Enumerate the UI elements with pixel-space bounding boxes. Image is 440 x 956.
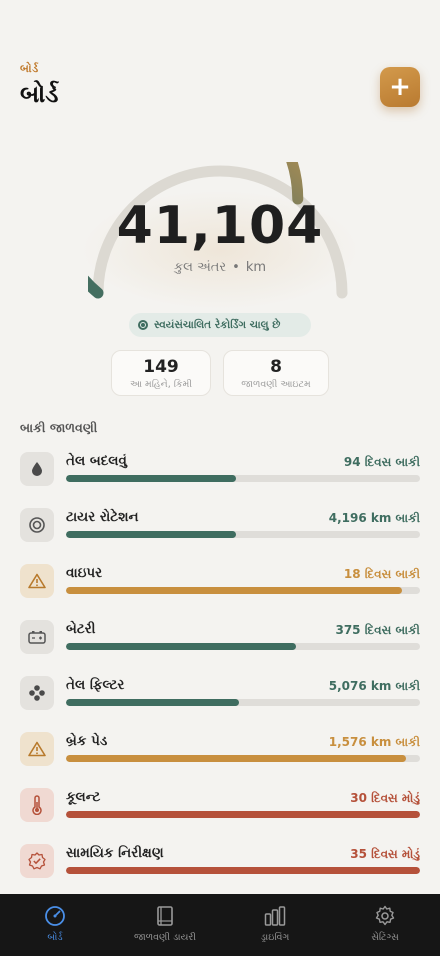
- list-item[interactable]: તેલ બદલવું 94 દિવસ બાકી: [20, 452, 420, 492]
- odometer-label: કુલ અંતર • km: [0, 260, 440, 275]
- item-status: 30 દિવસ મોડું: [350, 791, 420, 805]
- tab-label: બોર્ડ: [47, 932, 63, 943]
- item-status: 375 દિવસ બાકી: [335, 623, 420, 637]
- item-name: સામયિક નિરીક્ષણ: [66, 845, 164, 861]
- header-eyebrow: બોર્ડ: [20, 62, 39, 75]
- tire-icon: [20, 508, 54, 542]
- progress-fill: [66, 587, 403, 594]
- battery-icon: [20, 620, 54, 654]
- tab-board[interactable]: બોર્ડ: [0, 894, 110, 956]
- tab-settings[interactable]: સેટિંગ્સ: [330, 894, 440, 956]
- tab-label: જાળવણી ડાયરી: [133, 932, 197, 943]
- page-title: બોર્ડ: [20, 80, 59, 108]
- gear-icon: [375, 905, 395, 926]
- list-item[interactable]: વાઇપર 18 દિવસ બાકી: [20, 564, 420, 604]
- tab-bar: બોર્ડ જાળવણી ડાયરી ડ્રાઇવિંગ સેટિંગ્સ: [0, 894, 440, 956]
- record-icon: [138, 320, 148, 330]
- progress-fill: [66, 755, 406, 762]
- warning-icon: [20, 564, 54, 598]
- auto-recording-badge[interactable]: સ્વયંસંચાલિત રેકોર્ડિંગ ચાલુ છે: [129, 313, 311, 337]
- progress-track: [66, 811, 420, 818]
- bar-chart-icon: [264, 906, 286, 926]
- dashboard-screen: બોર્ડ બોર્ડ + 41,104 કુલ અંતર • km સ્વયંસં…: [0, 0, 440, 956]
- odometer-unit: km: [245, 260, 267, 275]
- list-item[interactable]: સામયિક નિરીક્ષણ 35 દિવસ મોડું: [20, 844, 420, 884]
- stat-label: જાળવણી આઇટમ: [241, 379, 311, 390]
- item-name: તેલ ફિલ્ટર: [66, 677, 125, 693]
- item-status: 5,076 km બાકી: [328, 679, 420, 693]
- progress-fill: [66, 867, 420, 874]
- progress-fill: [66, 531, 236, 538]
- tab-maintenance-diary[interactable]: જાળવણી ડાયરી: [110, 894, 220, 956]
- progress-track: [66, 755, 420, 762]
- progress-track: [66, 699, 420, 706]
- progress-track: [66, 643, 420, 650]
- tab-label: ડ્રાઇવિંગ: [260, 932, 290, 943]
- header: બોર્ડ બોર્ડ: [20, 62, 58, 108]
- odometer-separator: •: [232, 260, 240, 275]
- stat-value: 149: [143, 357, 179, 377]
- progress-track: [66, 867, 420, 874]
- stat-maintenance-items: 8 જાળવણી આઇટમ: [223, 350, 329, 396]
- item-status: 94 દિવસ બાકી: [343, 455, 420, 469]
- stat-label: આ મહિને, કિમી: [129, 379, 193, 390]
- section-title: બાકી જાળવણી: [20, 420, 98, 435]
- tab-label: સેટિંગ્સ: [371, 932, 399, 943]
- progress-track: [66, 587, 420, 594]
- item-status: 4,196 km બાકી: [328, 511, 420, 525]
- list-item[interactable]: ટાયર રોટેશન 4,196 km બાકી: [20, 508, 420, 548]
- item-name: વાઇપર: [66, 565, 103, 581]
- tab-driving[interactable]: ડ્રાઇવિંગ: [220, 894, 330, 956]
- add-button[interactable]: +: [380, 67, 420, 107]
- warning-icon: [20, 732, 54, 766]
- item-name: કૂલન્ટ: [66, 789, 101, 805]
- item-status: 1,576 km બાકી: [328, 735, 420, 749]
- item-name: ટાયર રોટેશન: [66, 509, 139, 525]
- item-name: બેટરી: [66, 621, 96, 637]
- item-status: 18 દિવસ બાકી: [343, 567, 420, 581]
- list-item[interactable]: કૂલન્ટ 30 દિવસ મોડું: [20, 788, 420, 828]
- stat-monthly-km: 149 આ મહિને, કિમી: [111, 350, 211, 396]
- progress-track: [66, 531, 420, 538]
- progress-fill: [66, 811, 420, 818]
- odometer-caption: કુલ અંતર: [173, 260, 227, 275]
- progress-fill: [66, 643, 297, 650]
- item-name: બ્રેક પેડ: [66, 733, 108, 749]
- stat-value: 8: [270, 357, 282, 377]
- list-item[interactable]: બેટરી 375 દિવસ બાકી: [20, 620, 420, 660]
- odometer-value: 41,104: [116, 196, 324, 256]
- thermometer-icon: [20, 788, 54, 822]
- progress-track: [66, 475, 420, 482]
- item-name: તેલ બદલવું: [66, 453, 127, 469]
- book-icon: [157, 906, 173, 926]
- badge-check-icon: [20, 844, 54, 878]
- list-item[interactable]: બ્રેક પેડ 1,576 km બાકી: [20, 732, 420, 772]
- filter-icon: [20, 676, 54, 710]
- auto-recording-text: સ્વયંસંચાલિત રેકોર્ડિંગ ચાલુ છે: [154, 318, 281, 331]
- oil-drop-icon: [20, 452, 54, 486]
- progress-fill: [66, 475, 236, 482]
- item-status: 35 દિવસ મોડું: [350, 847, 420, 861]
- gauge-icon: [45, 906, 65, 926]
- list-item[interactable]: તેલ ફિલ્ટર 5,076 km બાકી: [20, 676, 420, 716]
- progress-fill: [66, 699, 240, 706]
